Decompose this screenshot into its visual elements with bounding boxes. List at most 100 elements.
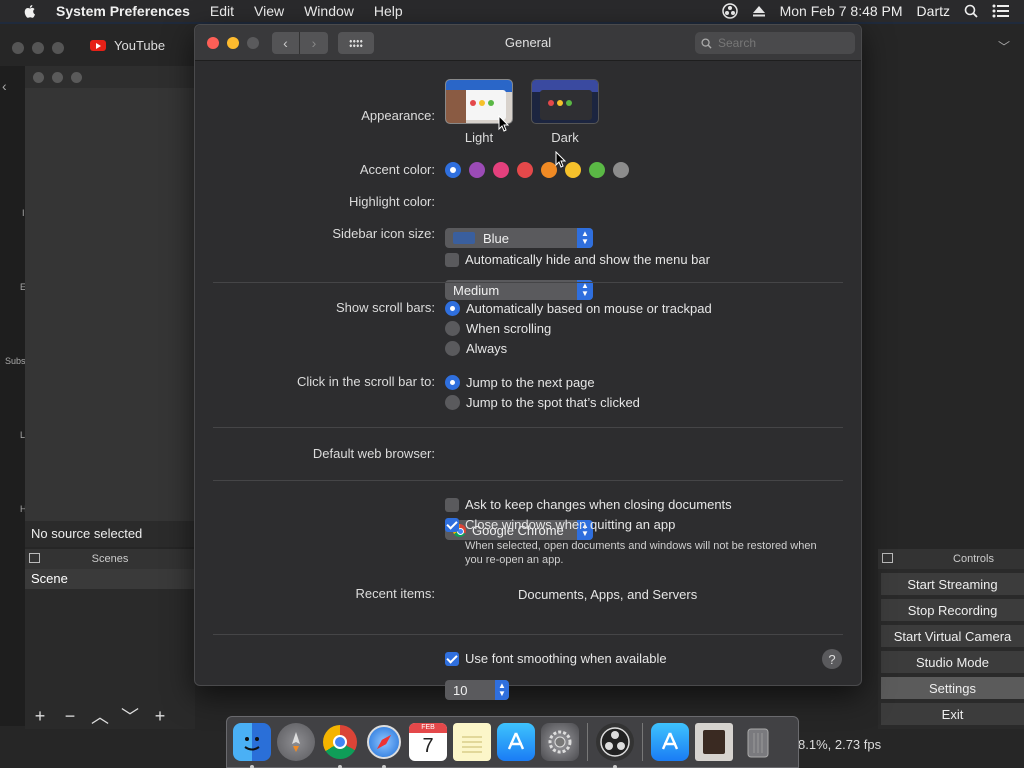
trash-icon[interactable] xyxy=(739,723,777,761)
grid-icon xyxy=(349,38,363,48)
system-preferences-window: ‹ › General Appearance: Light Dark Accen… xyxy=(194,24,862,700)
accent-color-swatch-3[interactable] xyxy=(493,162,509,178)
chevron-down-icon[interactable]: ﹀ xyxy=(998,38,1010,55)
font-smoothing-checkbox[interactable] xyxy=(445,651,459,666)
scroll-bars-scrolling-radio[interactable] xyxy=(445,321,460,336)
app-store-icon-2[interactable] xyxy=(651,723,689,761)
move-scene-down-button[interactable]: ﹀ xyxy=(119,703,141,729)
obs-maximize-button[interactable] xyxy=(52,42,64,54)
settings-button[interactable]: Settings xyxy=(881,677,1024,699)
appearance-dark-option[interactable]: Dark xyxy=(531,79,599,145)
appearance-light-option[interactable]: Light xyxy=(445,79,513,145)
menu-user[interactable]: Dartz xyxy=(917,3,950,19)
jump-to-spot-radio[interactable] xyxy=(445,395,460,410)
studio-mode-button[interactable]: Studio Mode xyxy=(881,651,1024,673)
accent-color-swatch-6[interactable] xyxy=(565,162,581,178)
menu-window[interactable]: Window xyxy=(304,3,354,19)
preview-minimize-button[interactable] xyxy=(52,71,63,83)
scroll-bars-auto-option[interactable]: Automatically based on mouse or trackpad xyxy=(445,301,712,316)
close-windows-label: Close windows when quitting an app xyxy=(465,517,676,532)
menu-view[interactable]: View xyxy=(254,3,284,19)
browser-tab-youtube[interactable]: YouTube xyxy=(90,38,165,53)
app-store-icon[interactable] xyxy=(497,723,535,761)
obs-status-icon[interactable] xyxy=(721,3,738,19)
obs-left-strip: ‹ I E Subs L H xyxy=(0,66,27,726)
zoom-button[interactable] xyxy=(247,36,259,49)
undock-icon[interactable] xyxy=(29,553,40,563)
obs-minimize-button[interactable] xyxy=(32,42,44,54)
obs-close-button[interactable] xyxy=(12,42,24,54)
back-arrow-icon[interactable]: ‹ xyxy=(2,78,7,94)
menu-clock[interactable]: Mon Feb 7 8:48 PM xyxy=(780,3,903,19)
search-icon xyxy=(701,37,712,49)
accent-color-swatch-2[interactable] xyxy=(469,162,485,178)
dock: FEB 7 xyxy=(226,716,799,768)
finder-icon[interactable] xyxy=(233,723,271,768)
stop-recording-button[interactable]: Stop Recording xyxy=(881,599,1024,621)
system-preferences-icon[interactable] xyxy=(541,723,579,761)
jump-next-page-radio[interactable] xyxy=(445,375,460,390)
notes-icon[interactable] xyxy=(453,723,491,761)
safari-icon[interactable] xyxy=(365,723,403,768)
scroll-bars-scrolling-label: When scrolling xyxy=(466,321,552,336)
preview-folder-icon[interactable] xyxy=(695,723,733,761)
back-button[interactable]: ‹ xyxy=(272,32,300,54)
close-windows-checkbox[interactable] xyxy=(445,517,459,532)
highlight-color-popup[interactable]: Blue ▲ ▼ xyxy=(445,228,593,248)
launchpad-icon[interactable] xyxy=(277,723,315,761)
scene-item[interactable]: Scene xyxy=(25,569,195,589)
start-virtual-camera-button[interactable]: Start Virtual Camera xyxy=(881,625,1024,647)
scroll-bars-always-option[interactable]: Always xyxy=(445,341,507,356)
scroll-bars-always-label: Always xyxy=(466,341,508,356)
close-button[interactable] xyxy=(207,36,219,49)
jump-to-spot-option[interactable]: Jump to the spot that’s clicked xyxy=(445,395,640,410)
controls-header-label: Controls xyxy=(953,553,994,565)
accent-color-swatch-7[interactable] xyxy=(589,162,605,178)
font-smoothing-option[interactable]: Use font smoothing when available xyxy=(445,651,667,666)
sidebar-icon-size-popup[interactable]: Medium ▲ ▼ xyxy=(445,280,593,300)
forward-button[interactable]: › xyxy=(300,32,328,54)
accent-color-swatch-1[interactable] xyxy=(445,162,461,178)
jump-next-page-option[interactable]: Jump to the next page xyxy=(445,375,595,390)
recent-items-suffix: Documents, Apps, and Servers xyxy=(518,587,698,602)
add-source-button[interactable]: + xyxy=(149,706,171,727)
scroll-bars-always-radio[interactable] xyxy=(445,341,460,356)
calendar-month: FEB xyxy=(409,723,447,733)
scroll-bars-scrolling-option[interactable]: When scrolling xyxy=(445,321,551,336)
ask-keep-changes-checkbox[interactable] xyxy=(445,497,459,512)
close-windows-option[interactable]: Close windows when quitting an app xyxy=(445,517,675,532)
show-all-button[interactable] xyxy=(338,32,374,54)
start-streaming-button[interactable]: Start Streaming xyxy=(881,573,1024,595)
add-scene-button[interactable]: + xyxy=(29,706,51,727)
remove-scene-button[interactable]: − xyxy=(59,706,81,727)
auto-hide-menu-bar-checkbox[interactable] xyxy=(445,252,459,267)
spotlight-search-icon[interactable] xyxy=(964,4,978,18)
eject-icon[interactable] xyxy=(752,4,766,18)
obs-icon[interactable] xyxy=(596,723,634,768)
help-button[interactable]: ? xyxy=(822,649,842,669)
accent-color-swatch-8[interactable] xyxy=(613,162,629,178)
exit-button[interactable]: Exit xyxy=(881,703,1024,725)
preview-close-button[interactable] xyxy=(33,71,44,83)
apple-icon[interactable] xyxy=(22,3,38,19)
chevron-right-icon: › xyxy=(311,35,317,51)
menu-edit[interactable]: Edit xyxy=(210,3,234,19)
calendar-icon[interactable]: FEB 7 xyxy=(409,723,447,761)
minimize-button[interactable] xyxy=(227,36,239,49)
move-scene-up-button[interactable]: ︿ xyxy=(89,703,111,729)
preview-titlebar xyxy=(25,66,195,88)
accent-color-swatch-4[interactable] xyxy=(517,162,533,178)
menu-app-name[interactable]: System Preferences xyxy=(56,3,190,19)
ask-keep-changes-option[interactable]: Ask to keep changes when closing documen… xyxy=(445,497,732,512)
preview-maximize-button[interactable] xyxy=(71,71,82,83)
chrome-icon[interactable] xyxy=(321,723,359,768)
recent-items-popup[interactable]: 10 ▲ ▼ xyxy=(445,680,509,700)
menu-help[interactable]: Help xyxy=(374,3,403,19)
click-scroll-bar-label: Click in the scroll bar to: xyxy=(297,374,435,389)
search-input[interactable] xyxy=(718,36,848,50)
auto-hide-menu-bar-option[interactable]: Automatically hide and show the menu bar xyxy=(445,252,710,267)
search-field[interactable] xyxy=(695,32,855,54)
notification-center-icon[interactable] xyxy=(992,4,1010,18)
scroll-bars-auto-radio[interactable] xyxy=(445,301,460,316)
undock-icon[interactable] xyxy=(882,553,893,563)
